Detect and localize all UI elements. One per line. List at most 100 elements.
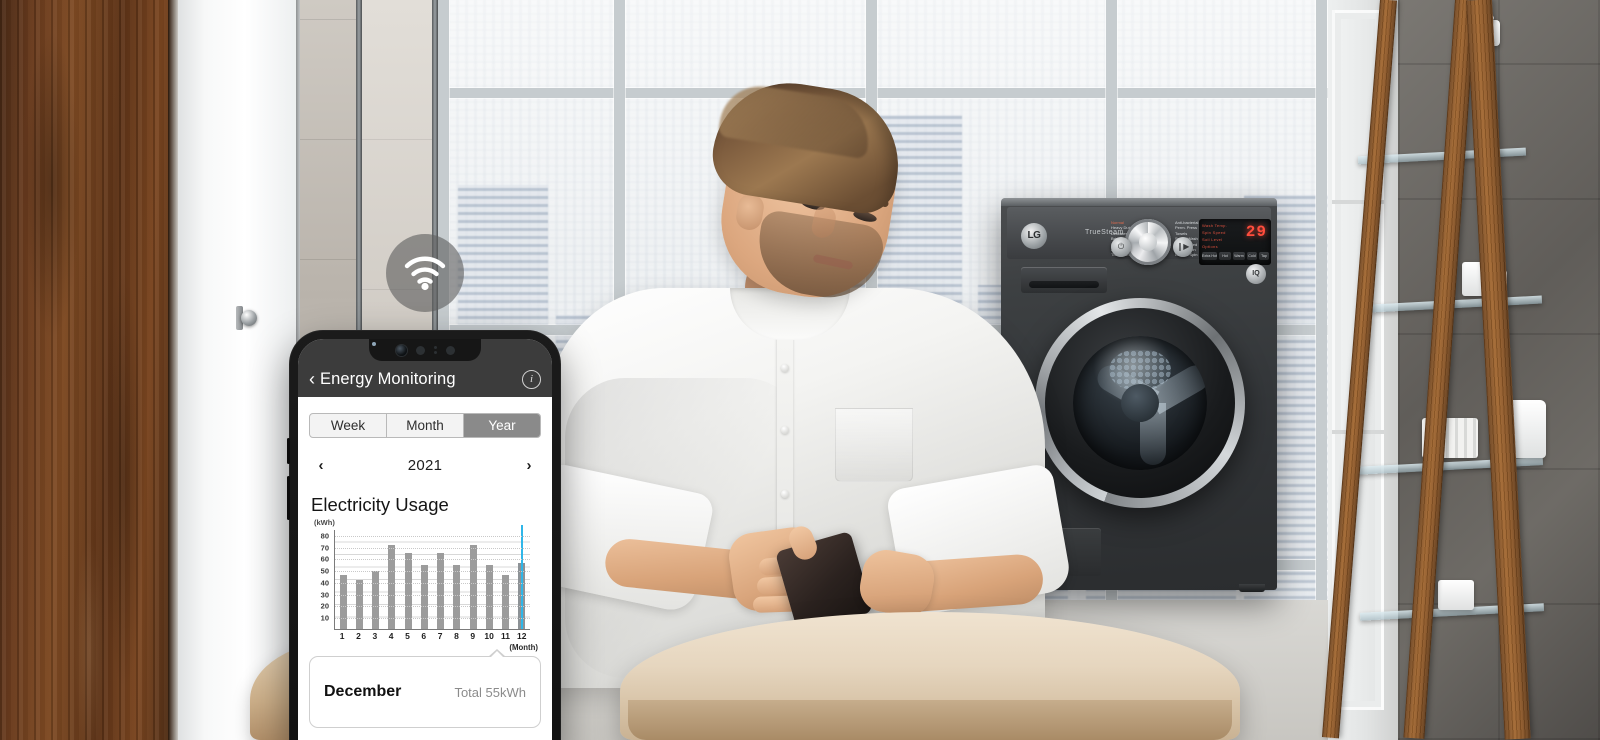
chart-x-tick: 6 <box>421 631 427 641</box>
shirt-pocket <box>835 408 913 482</box>
year-selector: ‹ 2021 › <box>312 452 538 478</box>
start-pause-icon[interactable]: ❙▶ <box>1173 237 1193 257</box>
chart-bar <box>420 565 428 629</box>
tab-week[interactable]: Week <box>310 414 387 437</box>
led-option-button[interactable]: Hot <box>1219 252 1231 260</box>
window-mullion-v <box>1316 0 1327 615</box>
chart-bar <box>388 545 396 629</box>
shirt-button <box>781 426 789 434</box>
chevron-left-icon[interactable]: ‹ <box>309 370 315 388</box>
chart-x-tick: 3 <box>372 631 378 641</box>
smartphone-mockup: ‹ Energy Monitoring i Week Month Year ‹ … <box>287 330 561 740</box>
led-option-button[interactable]: Extra Hot <box>1202 252 1217 260</box>
white-wall <box>178 0 300 740</box>
chart-bar <box>485 565 493 629</box>
table-edge <box>628 700 1232 740</box>
led-option-button[interactable]: Warm <box>1233 252 1245 260</box>
phone-screen: ‹ Energy Monitoring i Week Month Year ‹ … <box>298 339 552 740</box>
chart-x-tick: 10 <box>484 631 494 641</box>
chart-x-tick: 1 <box>339 631 345 641</box>
chart-bar-column[interactable] <box>355 529 363 629</box>
chart-bar-column[interactable] <box>404 529 412 629</box>
chart-y-tick: 80 <box>320 531 329 541</box>
chart-y-tick: 70 <box>320 543 329 553</box>
chart-y-tick: 10 <box>320 613 329 623</box>
led-option-button[interactable]: Cold <box>1247 252 1257 260</box>
camera-icon <box>372 342 407 356</box>
door-knob <box>241 310 257 326</box>
period-segmented-control[interactable]: Week Month Year <box>309 413 541 438</box>
led-option-button[interactable]: Tap <box>1259 252 1269 260</box>
chart-x-tick: 11 <box>500 631 510 641</box>
chart-bar-column[interactable] <box>388 529 396 629</box>
chart-y-tick: 60 <box>320 554 329 564</box>
phone-status-bar: ‹ Energy Monitoring i <box>298 339 552 397</box>
wood-panel-edge <box>168 0 178 740</box>
chart-x-tick: 5 <box>405 631 410 641</box>
phone-power-button[interactable] <box>287 476 290 520</box>
chart-bars <box>335 525 530 629</box>
washer-door[interactable] <box>1045 308 1235 498</box>
proximity-sensor-icon <box>415 345 425 355</box>
chart-bar <box>372 571 380 629</box>
wood-wall-panel <box>0 0 172 740</box>
callout-month: December <box>324 683 402 700</box>
callout-total: Total 55kWh <box>454 684 526 700</box>
chart-x-axis: 1 2 3 4 5 6 7 8 9 10 11 12 <box>334 631 530 641</box>
month-summary-callout: December Total 55kWh <box>309 649 541 728</box>
tab-month[interactable]: Month <box>387 414 464 437</box>
info-icon[interactable]: i <box>522 369 541 389</box>
washer-time-remaining: 29 <box>1245 223 1267 241</box>
chart-y-axis: 80 70 60 50 40 30 20 10 <box>310 530 332 630</box>
chart-highlight-line <box>520 525 523 629</box>
chart-bar-column[interactable] <box>469 529 477 629</box>
chart-bar-column[interactable] <box>485 529 493 629</box>
chart-bar-column[interactable] <box>420 529 428 629</box>
washer-door-glass <box>1073 336 1207 470</box>
chart-gridline <box>335 547 530 549</box>
chart-gridline <box>335 594 530 596</box>
chart-x-tick: 9 <box>470 631 476 641</box>
chart-gridline <box>335 606 530 608</box>
chart-y-tick: 50 <box>320 566 329 576</box>
tab-year[interactable]: Year <box>464 414 540 437</box>
chart-bar <box>469 545 477 629</box>
wifi-icon <box>386 234 464 312</box>
ai-dd-badge: IQ <box>1246 264 1266 284</box>
section-title: Electricity Usage <box>311 494 449 515</box>
page-title: Energy Monitoring <box>320 369 456 388</box>
chart-y-tick: 40 <box>320 578 329 588</box>
chart-y-unit-label: (kWh) <box>314 518 335 527</box>
chart-bar-column[interactable] <box>437 529 445 629</box>
chart-gridline <box>335 571 530 573</box>
chart-bar-column[interactable] <box>339 529 347 629</box>
washer-door-ring[interactable] <box>1035 298 1245 508</box>
chart-x-tick: 12 <box>517 631 527 641</box>
chart-bar-column[interactable] <box>453 529 461 629</box>
chart-bar-column[interactable] <box>518 525 526 629</box>
chart-bar <box>355 579 363 629</box>
chart-bar-column[interactable] <box>372 529 380 629</box>
chart-x-tick: 2 <box>356 631 361 641</box>
cycle-selector-dial[interactable] <box>1125 219 1171 265</box>
chart-plot-area <box>334 525 530 630</box>
chart-gridline <box>335 535 530 537</box>
wifi-glyph <box>404 256 446 291</box>
electricity-usage-chart: (kWh) 80 70 60 50 40 30 20 10 1 2 3 4 5 6 7 8 9 10 11 12 (… <box>310 518 538 652</box>
prev-year-button[interactable]: ‹ <box>312 457 330 474</box>
ambient-light-sensor-icon <box>445 345 455 355</box>
chart-y-tick: 20 <box>320 601 329 611</box>
chart-x-tick: 8 <box>454 631 459 641</box>
shirt-button <box>781 490 789 498</box>
selected-year: 2021 <box>407 456 443 474</box>
chart-bar <box>453 565 461 629</box>
scene-root: LG TrueSteam NormalHeavy DutyDelicatesBr… <box>0 0 1600 740</box>
person <box>524 72 1073 688</box>
phone-notch <box>369 339 481 361</box>
chart-gridline <box>335 618 530 620</box>
next-year-button[interactable]: › <box>520 457 538 474</box>
washer-led-display: 29 Wash Temp. Spin Speed Soil Level Opti… <box>1199 219 1271 265</box>
phone-volume-button[interactable] <box>287 438 290 464</box>
power-icon[interactable]: ⏻ <box>1111 237 1131 257</box>
chart-bar-column[interactable] <box>502 529 510 629</box>
